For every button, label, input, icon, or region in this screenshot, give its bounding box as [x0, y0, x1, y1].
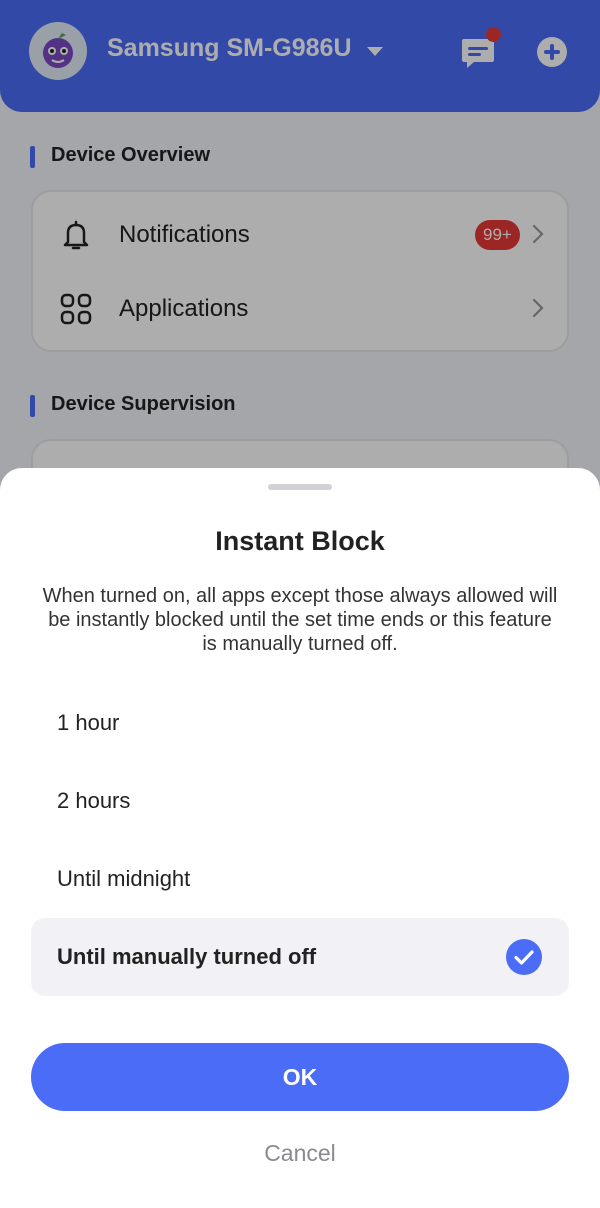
- ok-button[interactable]: OK: [31, 1043, 569, 1111]
- checkmark-circle-icon: [506, 939, 542, 975]
- drag-handle[interactable]: [268, 484, 332, 490]
- cancel-button[interactable]: Cancel: [0, 1140, 600, 1167]
- option-label: 2 hours: [57, 788, 131, 813]
- option-label: Until manually turned off: [57, 944, 317, 969]
- option-label: 1 hour: [57, 710, 120, 735]
- option-until-midnight[interactable]: Until midnight: [31, 840, 569, 918]
- instant-block-sheet: Instant Block When turned on, all apps e…: [0, 468, 600, 1208]
- sheet-title: Instant Block: [215, 526, 385, 556]
- option-until-manually-off[interactable]: Until manually turned off: [31, 918, 569, 996]
- option-label: Until midnight: [57, 866, 191, 891]
- option-2-hours[interactable]: 2 hours: [31, 762, 569, 840]
- sheet-description: When turned on, all apps except those al…: [42, 585, 558, 655]
- option-1-hour[interactable]: 1 hour: [31, 684, 569, 762]
